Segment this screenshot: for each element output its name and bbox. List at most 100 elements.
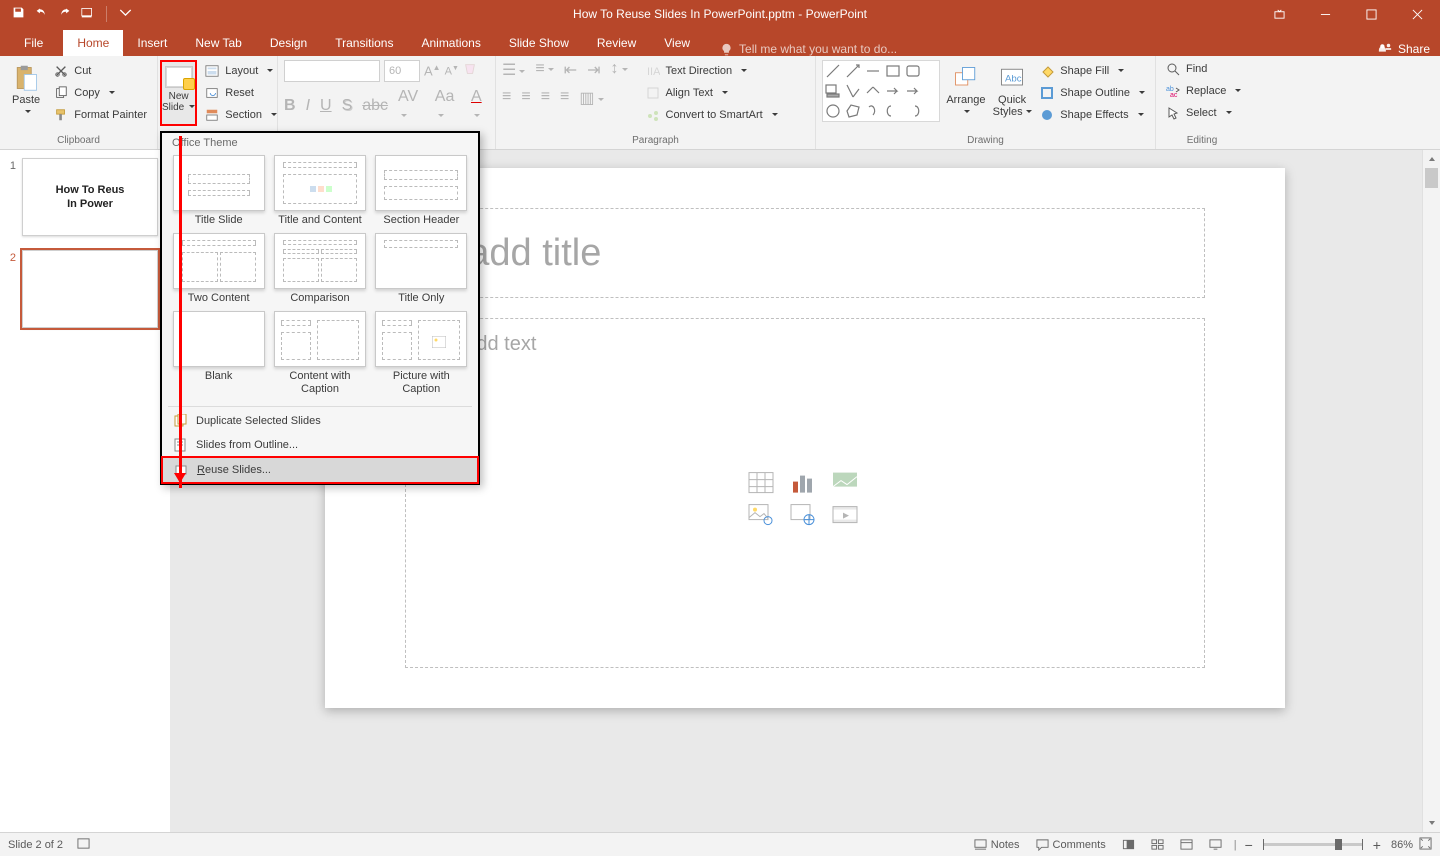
slide-sorter-button[interactable] [1143,833,1172,857]
section-button[interactable]: Section [201,104,281,126]
minimize-icon[interactable] [1302,0,1348,28]
font-name-select[interactable] [284,60,380,82]
format-painter-button[interactable]: Format Painter [50,104,151,126]
layout-title-only[interactable]: Title Only [375,233,468,305]
share-button[interactable]: Share [1378,42,1430,56]
close-icon[interactable] [1394,0,1440,28]
find-button[interactable]: Find [1162,58,1245,80]
bullets-button[interactable]: ☰ [502,60,525,80]
tab-home[interactable]: Home [63,30,123,56]
insert-pictures-icon[interactable] [746,503,776,527]
align-left-button[interactable]: ≡ [502,88,511,108]
scrollbar-thumb[interactable] [1425,168,1438,188]
tab-transitions[interactable]: Transitions [321,30,407,56]
tab-file[interactable]: File [4,30,63,56]
zoom-out-button[interactable]: − [1241,837,1257,853]
qat-customize-icon[interactable] [119,6,132,22]
slides-from-outline-item[interactable]: Slides from Outline... [162,433,478,457]
insert-chart-icon[interactable] [788,471,818,495]
increase-font-icon[interactable]: A▲ [424,63,441,78]
redo-icon[interactable] [58,6,71,22]
decrease-indent-button[interactable]: ⇤ [564,60,577,80]
spellcheck-icon[interactable] [77,837,90,853]
slideshow-view-button[interactable] [1201,833,1230,857]
scroll-down-icon[interactable] [1423,814,1440,832]
save-icon[interactable] [12,6,25,22]
layout-two-content[interactable]: Two Content [172,233,265,305]
quick-styles-button[interactable]: Abc Quick Styles [992,60,1032,118]
strike-button[interactable]: abc [362,97,388,115]
layout-comparison[interactable]: Comparison [273,233,366,305]
justify-button[interactable]: ≡ [560,88,569,108]
columns-button[interactable]: ▥ [579,88,603,108]
layout-section-header[interactable]: Section Header [375,155,468,227]
smartart-button[interactable]: Convert to SmartArt [642,104,782,126]
align-center-button[interactable]: ≡ [521,88,530,108]
paste-button[interactable]: Paste [6,60,46,118]
char-spacing-button[interactable]: AV [398,88,425,124]
numbering-button[interactable]: ≡ [535,60,553,80]
notes-button[interactable]: Notes [966,833,1028,857]
insert-smartart-icon[interactable] [830,471,860,495]
tab-design[interactable]: Design [256,30,321,56]
layout-content-caption[interactable]: Content with Caption [273,311,366,396]
zoom-thumb[interactable] [1335,839,1342,850]
insert-video-icon[interactable] [830,503,860,527]
zoom-in-button[interactable]: + [1369,837,1385,853]
tab-view[interactable]: View [650,30,704,56]
shadow-button[interactable]: S [342,97,353,115]
tab-slideshow[interactable]: Slide Show [495,30,583,56]
maximize-icon[interactable] [1348,0,1394,28]
reading-view-button[interactable] [1172,833,1201,857]
normal-view-button[interactable] [1114,833,1143,857]
layout-title-slide[interactable]: Title Slide [172,155,265,227]
cut-button[interactable]: Cut [50,60,151,82]
align-text-button[interactable]: Align Text [642,82,782,104]
slide-thumbnail-1[interactable]: 1 How To ReusIn Power [6,158,164,236]
text-direction-button[interactable]: IIAText Direction [642,60,782,82]
shape-effects-button[interactable]: Shape Effects [1036,104,1149,126]
tab-insert[interactable]: Insert [123,30,181,56]
italic-button[interactable]: I [306,97,310,115]
layout-blank[interactable]: Blank [172,311,265,396]
start-from-beginning-icon[interactable] [81,6,94,22]
tell-me-search[interactable]: Tell me what you want to do... [720,42,897,56]
comments-button[interactable]: Comments [1028,833,1114,857]
arrange-button[interactable]: Arrange [944,60,988,118]
shape-fill-button[interactable]: Shape Fill [1036,60,1149,82]
decrease-font-icon[interactable]: A▼ [445,65,459,78]
replace-button[interactable]: abacReplace [1162,80,1245,102]
shapes-gallery[interactable] [822,60,940,122]
clear-format-icon[interactable] [463,62,477,81]
scroll-up-icon[interactable] [1423,150,1440,168]
bold-button[interactable]: B [284,97,296,115]
fit-to-window-button[interactable] [1419,837,1432,853]
ribbon-display-options-icon[interactable] [1256,0,1302,28]
layout-picture-caption[interactable]: Picture with Caption [375,311,468,396]
increase-indent-button[interactable]: ⇥ [587,60,600,80]
slide-thumbnail-2[interactable]: 2 [6,250,164,328]
tab-review[interactable]: Review [583,30,650,56]
zoom-level[interactable]: 86% [1385,839,1419,851]
layout-button[interactable]: Layout [201,60,281,82]
zoom-slider[interactable] [1263,843,1363,846]
vertical-scrollbar[interactable] [1422,150,1440,832]
font-size-select[interactable] [384,60,420,82]
content-placeholder[interactable]: to add text [405,318,1205,668]
copy-button[interactable]: Copy [50,82,151,104]
select-button[interactable]: Select [1162,102,1245,124]
shape-outline-button[interactable]: Shape Outline [1036,82,1149,104]
undo-icon[interactable] [35,6,48,22]
title-placeholder[interactable]: to add title [405,208,1205,298]
reuse-slides-item[interactable]: RReuse Slides...euse Slides... [161,456,479,484]
tab-newtab[interactable]: New Tab [181,30,255,56]
font-color-button[interactable]: A [471,88,489,124]
change-case-button[interactable]: Aa [435,88,461,124]
reset-button[interactable]: Reset [201,82,281,104]
underline-button[interactable]: U [320,97,332,115]
tab-animations[interactable]: Animations [407,30,494,56]
slide-counter[interactable]: Slide 2 of 2 [8,839,63,851]
align-right-button[interactable]: ≡ [541,88,550,108]
layout-title-content[interactable]: Title and Content [273,155,366,227]
line-spacing-button[interactable]: ↕ [611,60,628,80]
